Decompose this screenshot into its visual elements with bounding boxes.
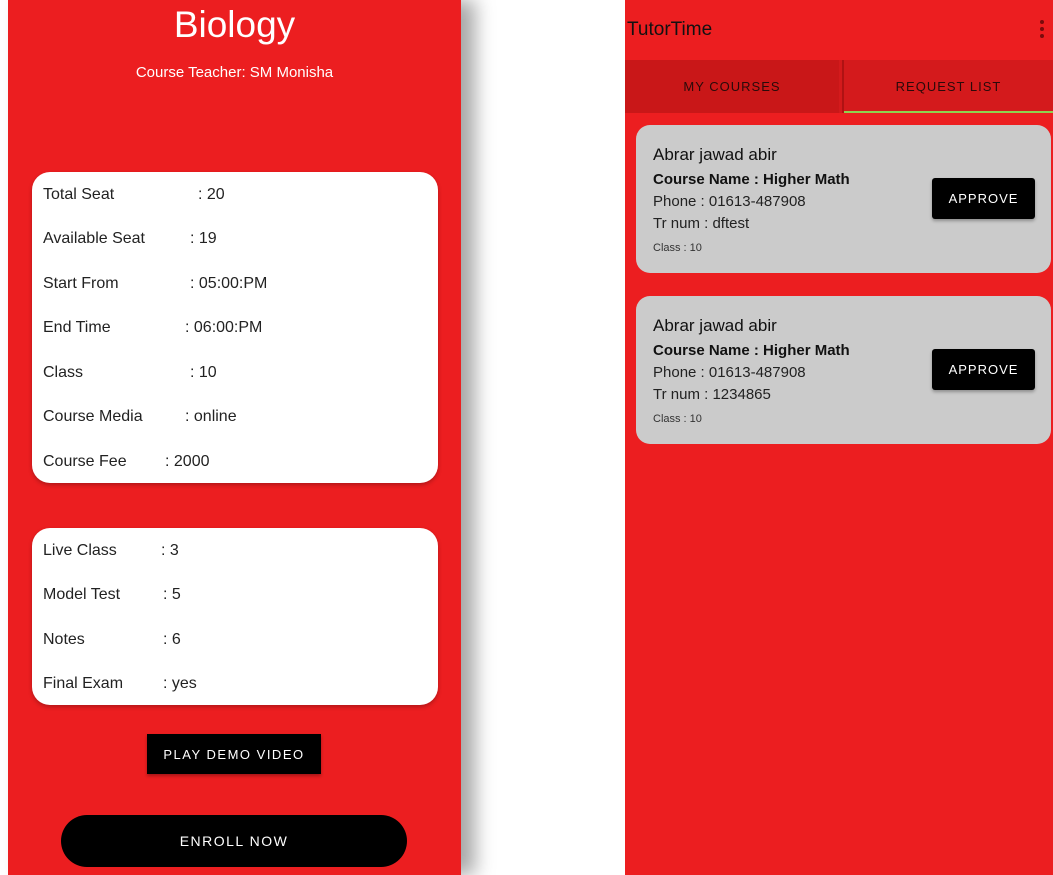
course-name: Course Name : Higher Math: [653, 171, 850, 188]
extra-row-live-class: Live Class : 3: [43, 542, 179, 560]
transaction-number: Tr num : dftest: [653, 215, 750, 232]
phone-number: Phone : 01613-487908: [653, 193, 806, 210]
request-card: Abrar jawad abir Course Name : Higher Ma…: [636, 125, 1051, 273]
play-demo-video-button[interactable]: PLAY DEMO VIDEO: [147, 734, 321, 774]
detail-row-start-from: Start From : 05:00:PM: [43, 275, 267, 293]
extra-value: : yes: [163, 675, 197, 692]
detail-value: : 19: [190, 230, 217, 247]
course-title: Biology: [173, 4, 296, 45]
course-detail-screen: Biology Course Teacher: SM Monisha Total…: [8, 0, 461, 875]
transaction-number: Tr num : 1234865: [653, 386, 771, 403]
detail-row-end-time: End Time : 06:00:PM: [43, 319, 262, 337]
detail-value: : 05:00:PM: [190, 275, 268, 292]
detail-value: : 10: [190, 364, 217, 381]
request-card: Abrar jawad abir Course Name : Higher Ma…: [636, 296, 1051, 444]
detail-value: : 20: [198, 186, 225, 203]
detail-row-course-media: Course Media : online: [43, 408, 237, 426]
detail-row-class: Class : 10: [43, 364, 217, 382]
detail-row-total-seat: Total Seat : 20: [43, 186, 225, 204]
student-name: Abrar jawad abir: [653, 145, 777, 164]
detail-value: : 2000: [165, 453, 210, 470]
course-name: Course Name : Higher Math: [653, 342, 850, 359]
extra-label: Live Class: [43, 542, 117, 559]
detail-label: Total Seat: [43, 186, 115, 203]
app-title: TutorTime: [627, 19, 713, 40]
request-list-screen: TutorTime MY COURSES REQUEST LIST Abrar …: [625, 0, 1053, 875]
course-info-card: Total Seat : 20 Available Seat : 19 Star…: [32, 172, 438, 483]
detail-label: Course Media: [43, 408, 143, 425]
detail-label: Class: [43, 364, 84, 381]
detail-value: : online: [185, 408, 237, 425]
detail-label: Available Seat: [43, 230, 145, 247]
approve-button[interactable]: APPROVE: [932, 349, 1035, 390]
extra-value: : 5: [163, 586, 181, 603]
course-content-card: Live Class : 3 Model Test : 5 Notes : 6 …: [32, 528, 438, 705]
detail-row-course-fee: Course Fee : 2000: [43, 453, 209, 471]
student-class: Class : 10: [653, 413, 702, 425]
extra-value: : 6: [163, 631, 181, 648]
tab-request-list[interactable]: REQUEST LIST: [844, 60, 1053, 113]
tab-bar: MY COURSES REQUEST LIST: [625, 60, 1053, 113]
active-tab-indicator: [844, 111, 1053, 113]
extra-row-notes: Notes : 6: [43, 631, 181, 649]
extra-label: Final Exam: [43, 675, 124, 692]
extra-row-model-test: Model Test : 5: [43, 586, 181, 604]
more-vert-icon[interactable]: [1039, 20, 1045, 40]
detail-value: : 06:00:PM: [185, 319, 263, 336]
enroll-now-button[interactable]: ENROLL NOW: [61, 815, 407, 867]
tab-my-courses[interactable]: MY COURSES: [625, 60, 839, 113]
detail-label: Start From: [43, 275, 119, 292]
approve-button[interactable]: APPROVE: [932, 178, 1035, 219]
extra-label: Notes: [43, 631, 85, 648]
extra-row-final-exam: Final Exam : yes: [43, 675, 197, 693]
detail-label: Course Fee: [43, 453, 127, 470]
extra-label: Model Test: [43, 586, 121, 603]
student-name: Abrar jawad abir: [653, 316, 777, 335]
extra-value: : 3: [161, 542, 179, 559]
detail-row-available-seat: Available Seat : 19: [43, 230, 217, 248]
phone-number: Phone : 01613-487908: [653, 364, 806, 381]
student-class: Class : 10: [653, 242, 702, 254]
course-teacher: Course Teacher: SM Monisha: [135, 64, 334, 81]
detail-label: End Time: [43, 319, 111, 336]
